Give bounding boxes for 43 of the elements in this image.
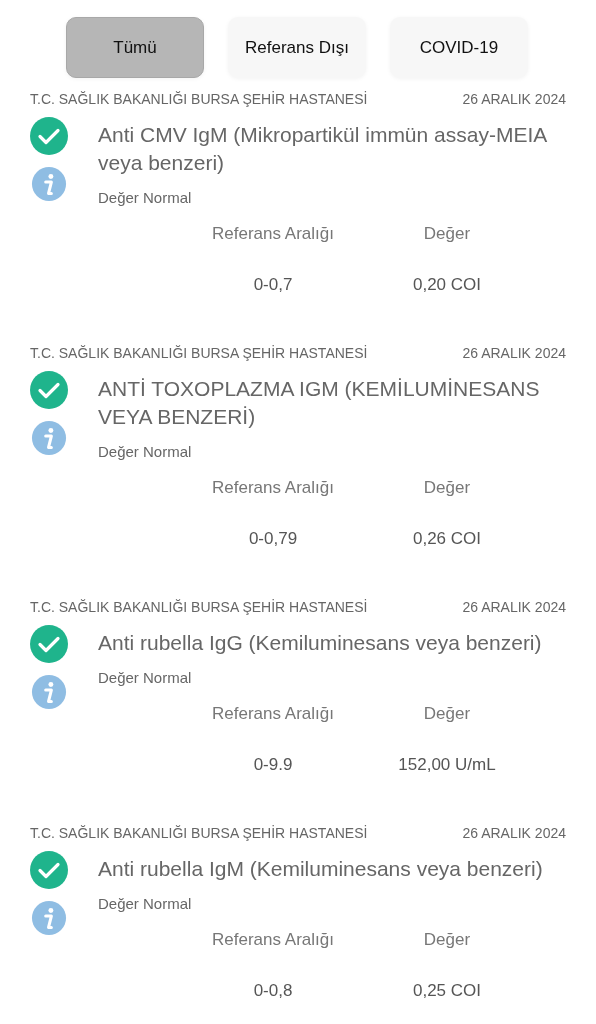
hospital-name: T.C. SAĞLIK BAKANLIĞI BURSA ŞEHİR HASTANESİ: [30, 825, 368, 843]
info-icon[interactable]: [31, 900, 67, 936]
info-icon[interactable]: [31, 166, 67, 202]
result-status: Değer Normal: [98, 443, 193, 460]
test-name: Anti rubella IgG (Kemiluminesans veya benzeri): [98, 630, 543, 656]
check-icon: [30, 625, 68, 663]
column-header: Değer: [423, 478, 471, 498]
column-header: Referans Aralığı: [212, 704, 334, 724]
column-header: Değer: [423, 224, 471, 244]
hospital-name: T.C. SAĞLIK BAKANLIĞI BURSA ŞEHİR HASTANESİ: [30, 91, 368, 109]
filter-tab[interactable]: COVID-19: [390, 17, 528, 78]
column-header: Değer: [423, 930, 471, 950]
column-header: Değer: [423, 704, 471, 724]
check-icon: [30, 117, 68, 155]
column-header: Referans Aralığı: [212, 478, 334, 498]
result-date: 26 ARALIK 2024: [462, 91, 566, 109]
hospital-name: T.C. SAĞLIK BAKANLIĞI BURSA ŞEHİR HASTANESİ: [30, 345, 368, 363]
result-value: 152,00 U/mL: [398, 755, 496, 775]
result-status: Değer Normal: [98, 895, 193, 912]
result-value: 0,26 COI: [412, 529, 481, 549]
test-name: ANTİ TOXOPLAZMA IGM (KEMİLUMİNESANS VEYA BENZERİ): [98, 376, 541, 430]
filter-tab[interactable]: Tümü: [66, 17, 204, 78]
info-icon[interactable]: [31, 420, 67, 456]
reference-range: 0-0,7: [253, 275, 293, 295]
result-status: Değer Normal: [98, 669, 193, 686]
result-date: 26 ARALIK 2024: [462, 825, 566, 843]
hospital-name: T.C. SAĞLIK BAKANLIĞI BURSA ŞEHİR HASTANESİ: [30, 599, 368, 617]
column-header: Referans Aralığı: [212, 224, 334, 244]
filter-tab[interactable]: Referans Dışı: [228, 17, 366, 78]
reference-range: 0-0,79: [248, 529, 298, 549]
reference-range: 0-9.9: [253, 755, 293, 775]
test-name: Anti rubella IgM (Kemiluminesans veya benzeri): [98, 856, 544, 882]
check-icon: [30, 371, 68, 409]
info-icon[interactable]: [31, 674, 67, 710]
result-value: 0,25 COI: [412, 981, 481, 1001]
result-value: 0,20 COI: [412, 275, 481, 295]
result-date: 26 ARALIK 2024: [462, 599, 566, 617]
check-icon: [30, 851, 68, 889]
test-name: Anti CMV IgM (Mikropartikül immün assay-MEIA veya benzeri): [98, 122, 548, 176]
result-status: Değer Normal: [98, 189, 193, 206]
column-header: Referans Aralığı: [212, 930, 334, 950]
result-date: 26 ARALIK 2024: [462, 345, 566, 363]
reference-range: 0-0,8: [253, 981, 293, 1001]
